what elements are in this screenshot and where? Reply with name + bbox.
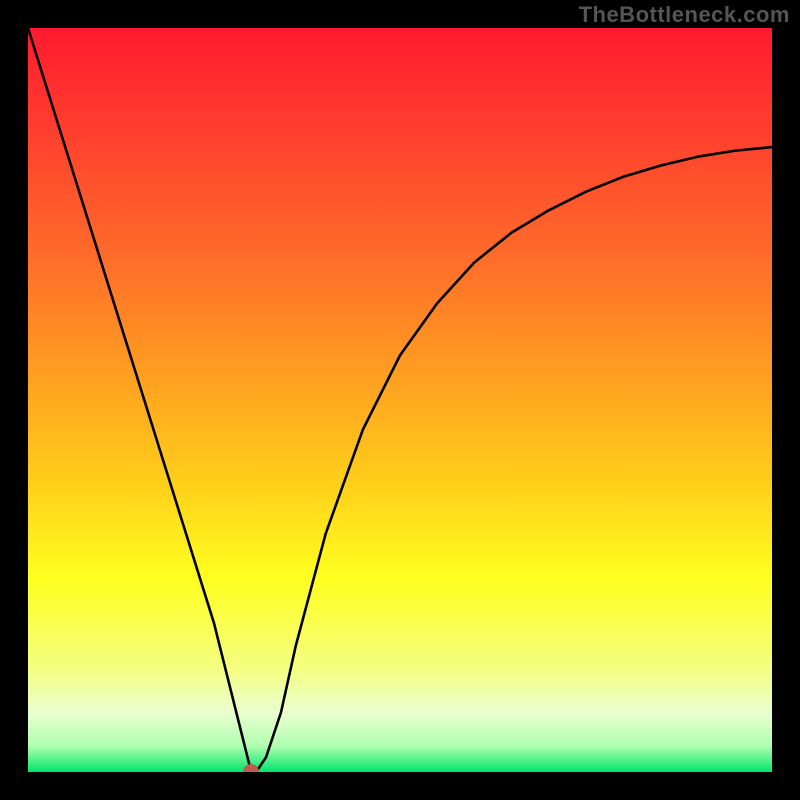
plot-area — [28, 28, 772, 772]
chart-frame: TheBottleneck.com — [0, 0, 800, 800]
watermark-text: TheBottleneck.com — [579, 2, 790, 28]
curve-line — [28, 28, 772, 772]
